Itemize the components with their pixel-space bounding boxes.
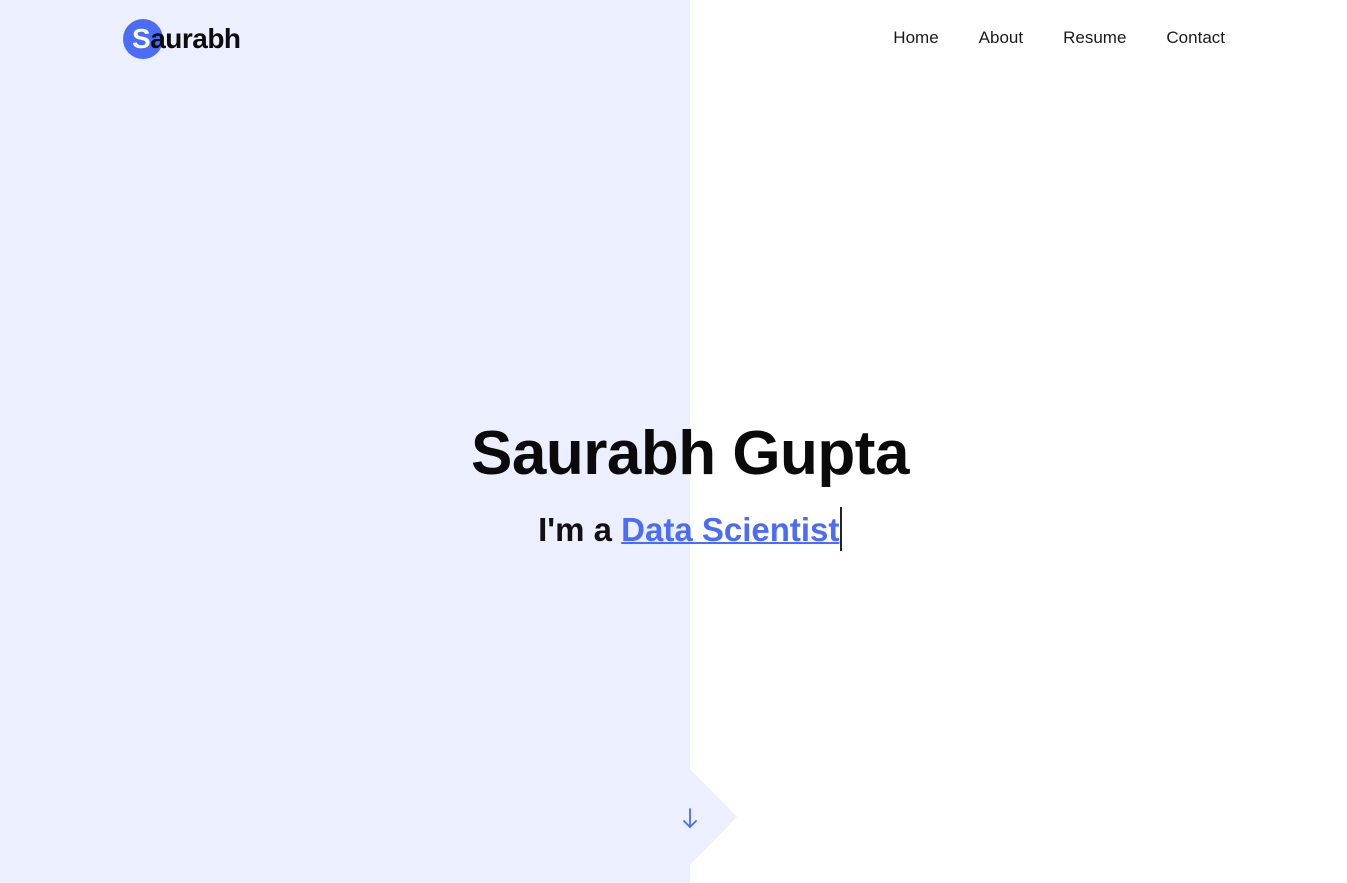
hero-intro: I'm a	[538, 511, 622, 548]
site-logo[interactable]: Saurabh	[123, 19, 241, 59]
typing-caret	[840, 507, 842, 551]
logo-text: Saurabh	[132, 22, 241, 56]
logo-rest: aurabh	[150, 23, 241, 54]
arrow-down-icon[interactable]	[678, 806, 702, 834]
main-nav: Home About Resume Contact	[893, 27, 1225, 49]
logo-initial: S	[132, 23, 151, 54]
nav-about[interactable]: About	[979, 27, 1023, 49]
hero-name: Saurabh Gupta	[471, 419, 909, 488]
hero-subtitle: I'm a Data Scientist	[0, 507, 1347, 552]
nav-home[interactable]: Home	[893, 27, 938, 49]
nav-contact[interactable]: Contact	[1166, 27, 1225, 49]
hero-role-link[interactable]: Data Scientist	[621, 511, 839, 548]
nav-resume[interactable]: Resume	[1063, 27, 1126, 49]
arrow-down-svg	[683, 808, 697, 828]
